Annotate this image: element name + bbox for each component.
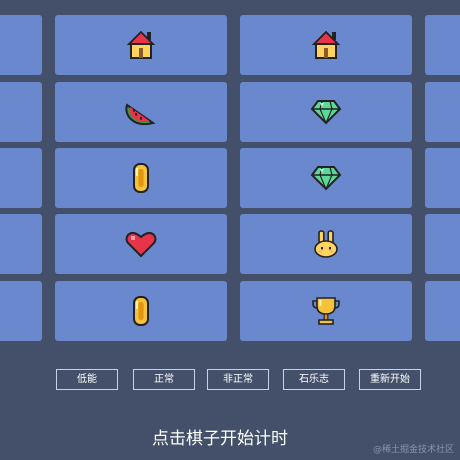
board-tile[interactable]: [55, 15, 227, 75]
coin-icon: [132, 295, 150, 327]
bunny-icon: [311, 229, 341, 259]
gem-icon: [310, 165, 342, 191]
game-board: 低能 正常 非正常 石乐志 重新开始 点击棋子开始计时 @稀土掘金技术社区: [0, 0, 460, 460]
board-tile[interactable]: [0, 15, 42, 75]
house-icon: [312, 30, 340, 60]
board-tile[interactable]: [0, 214, 42, 274]
normal-difficulty-button[interactable]: 正常: [133, 369, 195, 390]
abnormal-difficulty-button[interactable]: 非正常: [207, 369, 269, 390]
board-tile[interactable]: [240, 214, 412, 274]
stone-difficulty-button[interactable]: 石乐志: [283, 369, 345, 390]
board-tile[interactable]: [425, 281, 460, 341]
board-tile[interactable]: [0, 82, 42, 142]
heart-icon: [125, 230, 157, 258]
watermelon-icon: [125, 97, 157, 127]
board-tile[interactable]: [240, 281, 412, 341]
difficulty-controls: 低能 正常 非正常 石乐志 重新开始: [0, 369, 460, 390]
board-tile[interactable]: [0, 281, 42, 341]
watermark: @稀土掘金技术社区: [372, 445, 454, 455]
board-tile[interactable]: [0, 148, 42, 208]
board-tile[interactable]: [425, 214, 460, 274]
trophy-icon: [311, 296, 341, 326]
board-tile[interactable]: [425, 15, 460, 75]
gem-icon: [310, 99, 342, 125]
board-tile[interactable]: [240, 82, 412, 142]
board-tile[interactable]: [55, 281, 227, 341]
restart-button[interactable]: 重新开始: [359, 369, 421, 390]
board-tile[interactable]: [425, 82, 460, 142]
board-tile[interactable]: [55, 214, 227, 274]
board-tile[interactable]: [55, 82, 227, 142]
board-tile[interactable]: [425, 148, 460, 208]
coin-icon: [132, 162, 150, 194]
board-tile[interactable]: [240, 15, 412, 75]
low-difficulty-button[interactable]: 低能: [56, 369, 118, 390]
house-icon: [127, 30, 155, 60]
board-tile[interactable]: [55, 148, 227, 208]
board-tile[interactable]: [240, 148, 412, 208]
